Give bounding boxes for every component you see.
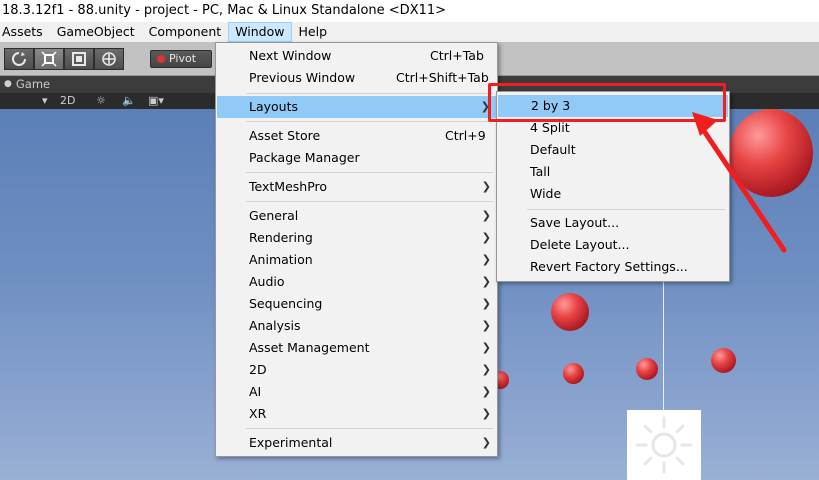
menu-item-label: Layouts [249,99,299,114]
menu-item-rendering[interactable]: Rendering ❯ [216,227,497,249]
menu-item-label: TextMeshPro [249,179,328,194]
rect-icon [72,52,86,66]
pivot-toggle-button[interactable]: Pivot [150,50,212,68]
sun-icon [635,416,693,474]
menu-item-ai[interactable]: AI ❯ [216,381,497,403]
menu-assets[interactable]: Assets [0,22,50,42]
menu-item-label: Asset Store [249,128,321,143]
menu-item-label: Animation [249,252,313,267]
menu-item-label: Tall [530,164,551,179]
transform-tools [4,48,124,70]
effects-dropdown-icon[interactable]: ▣▾ [148,93,164,109]
chevron-right-icon: ❯ [481,319,491,332]
menu-item-label: Revert Factory Settings... [530,259,688,274]
menu-item-label: Wide [530,186,562,201]
menu-item-label: Delete Layout... [530,237,630,252]
menu-item-label: Experimental [249,435,333,450]
chevron-right-icon: ❯ [481,341,491,354]
menu-item-asset-management[interactable]: Asset Management ❯ [216,337,497,359]
menu-separator [246,428,493,429]
menu-window[interactable]: Window [228,22,292,42]
tab-game-label: Game [15,77,51,91]
menu-item-label: Default [530,142,576,157]
chevron-right-icon: ❯ [481,385,491,398]
chevron-right-icon: ❯ [481,209,491,222]
chevron-right-icon: ❯ [481,436,491,449]
menu-item-label: Audio [249,274,285,289]
menu-item-next-window[interactable]: Next Window Ctrl+Tab [216,45,497,67]
menu-item-previous-window[interactable]: Previous Window Ctrl+Shift+Tab [216,67,497,89]
menu-item-label: Save Layout... [530,215,620,230]
chevron-right-icon: ❯ [481,275,491,288]
game-controller-icon: ● [4,79,12,89]
sphere-small [636,358,658,380]
chevron-right-icon: ❯ [481,231,491,244]
directional-light-gizmo [627,410,701,480]
window-menu: Next Window Ctrl+Tab Previous Window Ctr… [215,42,498,457]
menu-gameobject[interactable]: GameObject [50,22,142,42]
tab-game[interactable]: ● Game [0,76,61,93]
menu-item-shortcut: Ctrl+9 [445,128,486,143]
pivot-label: Pivot [169,52,197,65]
chevron-right-icon: ❯ [481,407,491,420]
menu-item-xr[interactable]: XR ❯ [216,403,497,425]
lighting-toggle-icon[interactable]: ☼ [96,93,106,109]
menu-item-layouts[interactable]: Layouts ❯ [217,96,496,118]
chevron-right-icon: ❯ [481,253,491,266]
menu-item-sequencing[interactable]: Sequencing ❯ [216,293,497,315]
menu-component[interactable]: Component [142,22,229,42]
sphere-small [711,348,736,373]
menu-item-label: Previous Window [249,70,356,85]
menu-item-analysis[interactable]: Analysis ❯ [216,315,497,337]
menu-item-shortcut: Ctrl+Tab [430,48,484,63]
pivot-icon [157,55,165,63]
menu-item-textmeshpro[interactable]: TextMeshPro ❯ [216,176,497,198]
chevron-right-icon: ❯ [481,363,491,376]
menu-separator [246,121,493,122]
menu-item-experimental[interactable]: Experimental ❯ [216,432,497,454]
menu-item-label: Analysis [249,318,301,333]
menu-separator [246,93,493,94]
menu-item-revert-factory-settings[interactable]: Revert Factory Settings... [497,256,729,278]
menu-item-label: XR [249,406,267,421]
rect-tool-button[interactable] [64,48,94,70]
dropdown-arrow-icon[interactable]: ▾ [42,93,48,109]
sphere-small [563,363,584,384]
chevron-right-icon: ❯ [481,180,491,193]
rotate-tool-button[interactable] [4,48,34,70]
menu-item-label: AI [249,384,262,399]
menu-item-label: 2D [249,362,267,377]
window-title: 18.3.12f1 - 88.unity - project - PC, Mac… [0,0,819,22]
menu-item-general[interactable]: General ❯ [216,205,497,227]
transform-tool-button[interactable] [94,48,124,70]
menu-item-label: Next Window [249,48,332,63]
menu-item-shortcut: Ctrl+Shift+Tab [396,70,489,85]
rotate-icon [12,52,26,66]
menu-item-label: Sequencing [249,296,323,311]
red-arrow-icon [692,112,787,253]
menu-help[interactable]: Help [292,22,335,42]
menu-item-label: General [249,208,299,223]
menu-separator [246,172,493,173]
menu-item-asset-store[interactable]: Asset Store Ctrl+9 [216,125,497,147]
sphere-medium [551,293,589,331]
menu-separator [246,201,493,202]
menu-item-label: Rendering [249,230,313,245]
menu-item-animation[interactable]: Animation ❯ [216,249,497,271]
menu-item-2d[interactable]: 2D ❯ [216,359,497,381]
mode-2d-button[interactable]: 2D [60,93,75,109]
scale-icon [41,51,57,67]
menu-item-label: Package Manager [249,150,360,165]
chevron-right-icon: ❯ [481,297,491,310]
menu-item-package-manager[interactable]: Package Manager [216,147,497,169]
menu-item-label: Asset Management [249,340,370,355]
audio-toggle-icon[interactable]: 🔈 [122,93,136,109]
menu-item-audio[interactable]: Audio ❯ [216,271,497,293]
scale-tool-button[interactable] [34,48,64,70]
menu-bar: Assets GameObject Component Window Help [0,22,819,42]
transform-icon [102,52,116,66]
